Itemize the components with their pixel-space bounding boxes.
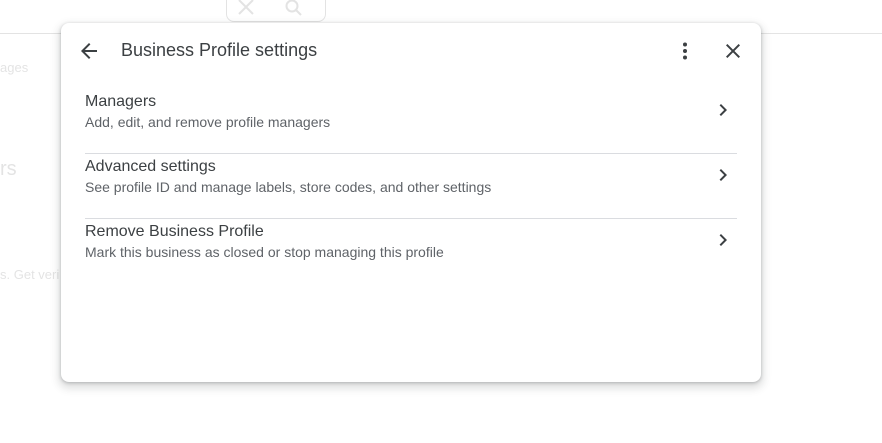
- business-profile-settings-dialog: Business Profile settings Managers Add, …: [61, 23, 761, 382]
- close-button[interactable]: [717, 35, 749, 67]
- chevron-right-icon: [719, 234, 727, 246]
- background-search-icon: [285, 0, 302, 16]
- chevron-right-icon: [719, 104, 727, 116]
- menu-item-subtitle: See profile ID and manage labels, store …: [85, 179, 492, 195]
- menu-item-advanced-settings[interactable]: Advanced settings See profile ID and man…: [85, 154, 737, 219]
- menu-item-title: Advanced settings: [85, 158, 216, 175]
- background-heading-fragment: rs: [0, 158, 17, 180]
- dialog-title: Business Profile settings: [121, 40, 318, 60]
- close-icon: [726, 44, 740, 58]
- menu-item-title: Managers: [85, 93, 157, 110]
- background-link-fragment: s. Get veri: [0, 267, 60, 282]
- chevron-right-icon: [719, 169, 727, 181]
- arrow-back-icon: [81, 43, 97, 59]
- menu-item-subtitle: Add, edit, and remove profile managers: [85, 114, 331, 130]
- menu-item-subtitle: Mark this business as closed or stop man…: [85, 244, 444, 260]
- menu-item-remove-business-profile[interactable]: Remove Business Profile Mark this busine…: [85, 219, 737, 284]
- background-tab-fragment: ages: [0, 60, 29, 75]
- settings-menu-list: Managers Add, edit, and remove profile m…: [85, 89, 737, 284]
- menu-item-managers[interactable]: Managers Add, edit, and remove profile m…: [85, 89, 737, 154]
- back-button[interactable]: [73, 35, 105, 67]
- more-vert-icon: [683, 42, 687, 60]
- more-options-button[interactable]: [669, 35, 701, 67]
- menu-item-title: Remove Business Profile: [85, 223, 264, 240]
- background-clear-icon: [238, 0, 254, 15]
- dialog-header: Business Profile settings: [61, 23, 761, 79]
